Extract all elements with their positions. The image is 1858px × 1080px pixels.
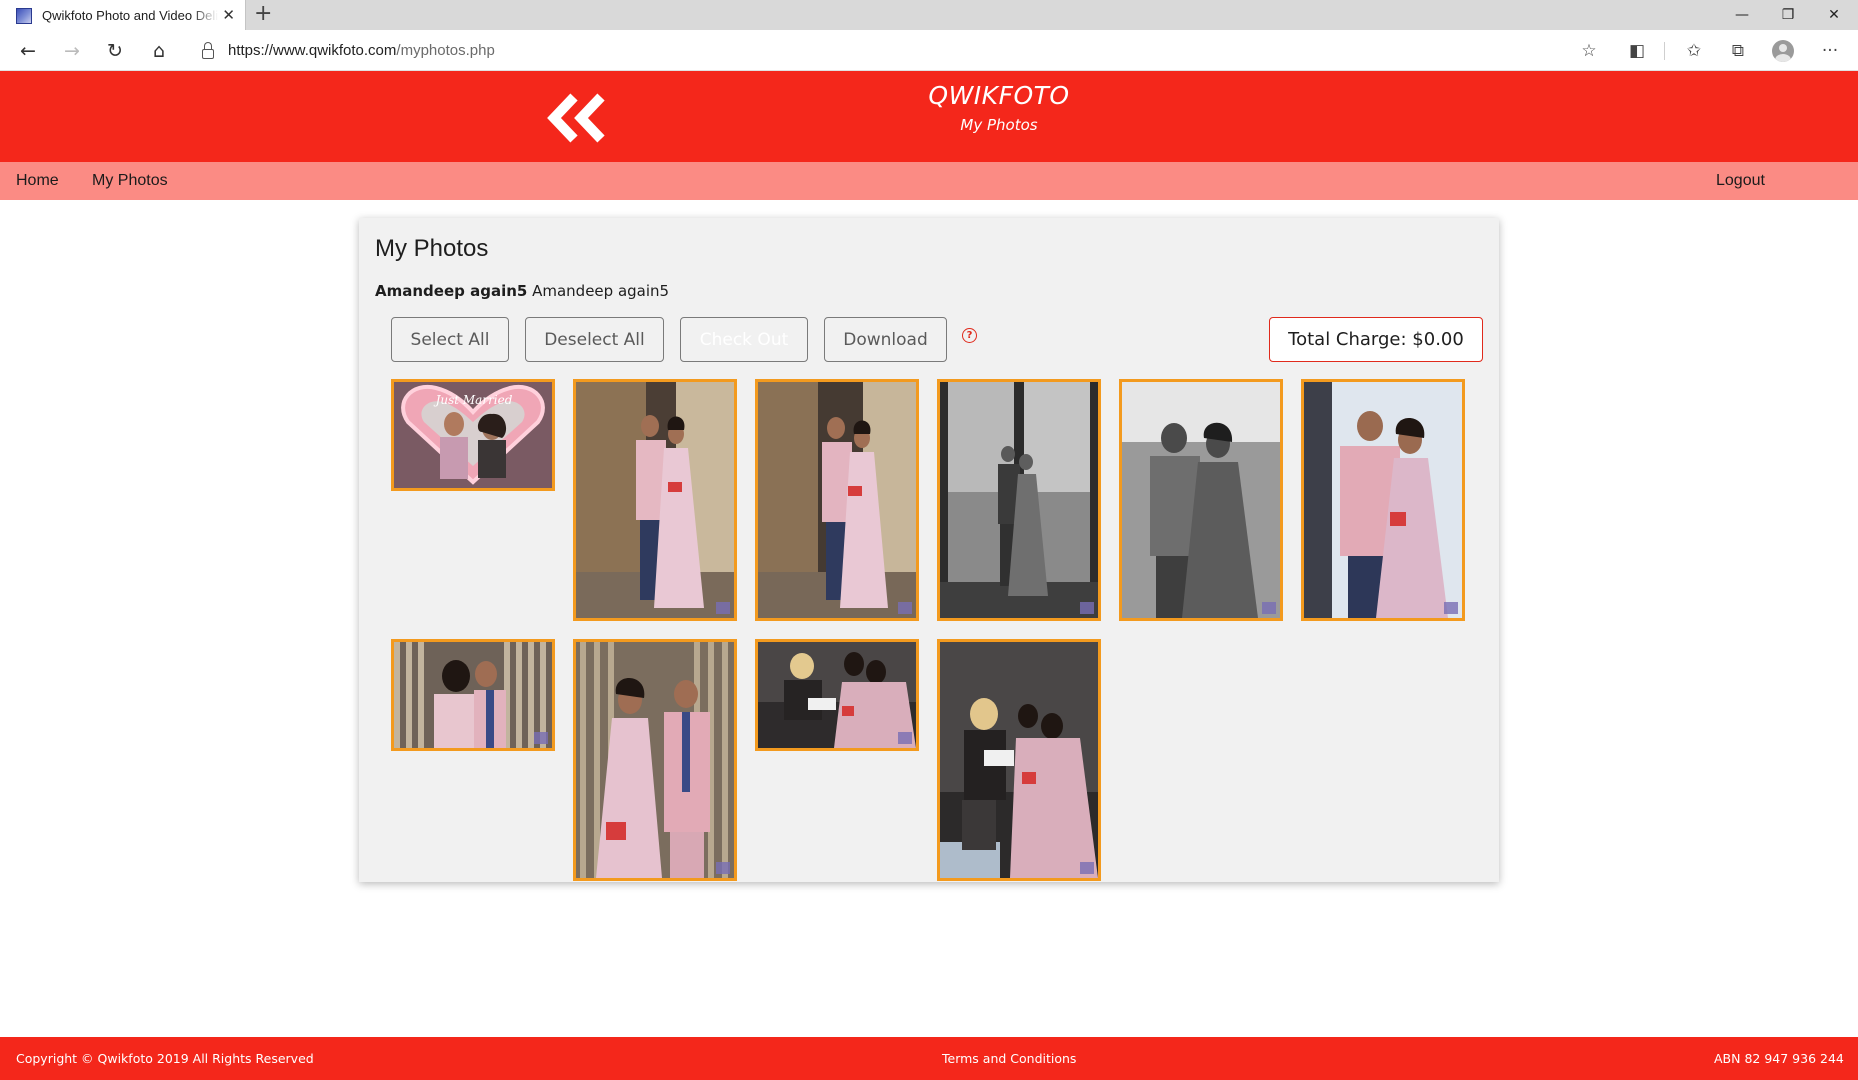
site-title: QWIKFOTO bbox=[928, 81, 1070, 110]
photo-8-image bbox=[576, 642, 734, 878]
photo-6-image bbox=[1304, 382, 1462, 618]
browser-tab-strip: Qwikfoto Photo and Video Delivery ✕ + — … bbox=[0, 0, 1858, 31]
nav-my-photos-link[interactable]: My Photos bbox=[92, 172, 168, 190]
photo-2[interactable] bbox=[573, 379, 737, 621]
photo-1-image: Just Married bbox=[394, 382, 552, 488]
more-menu-icon[interactable]: ··· bbox=[1816, 37, 1844, 65]
photos-card: My Photos Amandeep again5 Amandeep again… bbox=[359, 218, 1499, 882]
total-charge: Total Charge: $0.00 bbox=[1269, 317, 1483, 362]
photo-10-image bbox=[940, 642, 1098, 878]
photo-9-image bbox=[758, 642, 916, 748]
copyright-text: Copyright © Qwikfoto 2019 All Rights Res… bbox=[16, 1051, 314, 1066]
photo-5-image bbox=[1122, 382, 1280, 618]
abn-text: ABN 82 947 936 244 bbox=[1714, 1051, 1844, 1066]
collections-icon[interactable]: ⧉ bbox=[1724, 37, 1752, 65]
terms-link[interactable]: Terms and Conditions bbox=[942, 1051, 1076, 1066]
site-footer: Copyright © Qwikfoto 2019 All Rights Res… bbox=[0, 1037, 1858, 1080]
deselect-all-button[interactable]: Deselect All bbox=[525, 317, 664, 362]
address-bar[interactable]: https://www.qwikfoto.com/myphotos.php bbox=[188, 35, 1608, 66]
page-title: My Photos bbox=[375, 235, 489, 262]
refresh-icon[interactable]: ↻ bbox=[101, 37, 129, 65]
photo-4[interactable] bbox=[937, 379, 1101, 621]
home-icon[interactable]: ⌂ bbox=[145, 37, 173, 65]
new-tab-icon[interactable]: + bbox=[254, 2, 272, 26]
favorites-list-icon[interactable]: ✩ bbox=[1680, 37, 1708, 65]
url-text: https://www.qwikfoto.com/myphotos.php bbox=[228, 42, 495, 59]
site-subtitle: My Photos bbox=[960, 116, 1038, 134]
check-out-button[interactable]: Check Out bbox=[680, 317, 808, 362]
photo-7[interactable] bbox=[391, 639, 555, 751]
photo-2-image bbox=[576, 382, 734, 618]
nav-logout-link[interactable]: Logout bbox=[1716, 172, 1765, 190]
tab-title: Qwikfoto Photo and Video Delivery bbox=[42, 8, 218, 23]
site-nav: Home My Photos Logout bbox=[0, 162, 1858, 200]
photo-10[interactable] bbox=[937, 639, 1101, 881]
photo-7-image bbox=[394, 642, 552, 748]
owner-name: Amandeep again5 bbox=[532, 282, 670, 300]
owner-line: Amandeep again5 Amandeep again5 bbox=[375, 282, 669, 300]
download-button[interactable]: Download bbox=[824, 317, 947, 362]
photo-8[interactable] bbox=[573, 639, 737, 881]
minimize-icon[interactable]: — bbox=[1719, 0, 1765, 30]
nav-home-link[interactable]: Home bbox=[16, 172, 59, 190]
back-icon[interactable]: ← bbox=[14, 37, 42, 65]
restore-icon[interactable]: ❐ bbox=[1765, 0, 1811, 30]
photo-9[interactable] bbox=[755, 639, 919, 751]
forward-icon[interactable]: → bbox=[58, 37, 86, 65]
select-all-button[interactable]: Select All bbox=[391, 317, 509, 362]
photo-4-image bbox=[940, 382, 1098, 618]
photo-5[interactable] bbox=[1119, 379, 1283, 621]
svg-text:Just Married: Just Married bbox=[433, 393, 513, 407]
browser-toolbar: ← → ↻ ⌂ https://www.qwikfoto.com/myphoto… bbox=[0, 30, 1858, 71]
close-window-icon[interactable]: ✕ bbox=[1811, 0, 1857, 30]
photo-6[interactable] bbox=[1301, 379, 1465, 621]
close-tab-icon[interactable]: ✕ bbox=[222, 6, 235, 24]
site-header: QWIKFOTO My Photos bbox=[0, 71, 1858, 162]
site-favicon-icon bbox=[16, 7, 32, 24]
photo-1[interactable]: Just Married bbox=[391, 379, 555, 491]
favorite-star-icon[interactable]: ☆ bbox=[1575, 37, 1603, 65]
browser-tab[interactable]: Qwikfoto Photo and Video Delivery ✕ bbox=[0, 0, 246, 31]
photo-3[interactable] bbox=[755, 379, 919, 621]
profile-avatar-icon[interactable] bbox=[1769, 37, 1797, 65]
extension-icon[interactable]: ◧ bbox=[1623, 37, 1651, 65]
owner-name-bold: Amandeep again5 bbox=[375, 282, 528, 300]
lock-icon bbox=[202, 41, 214, 59]
photo-3-image bbox=[758, 382, 916, 618]
help-icon[interactable]: ? bbox=[962, 328, 977, 343]
